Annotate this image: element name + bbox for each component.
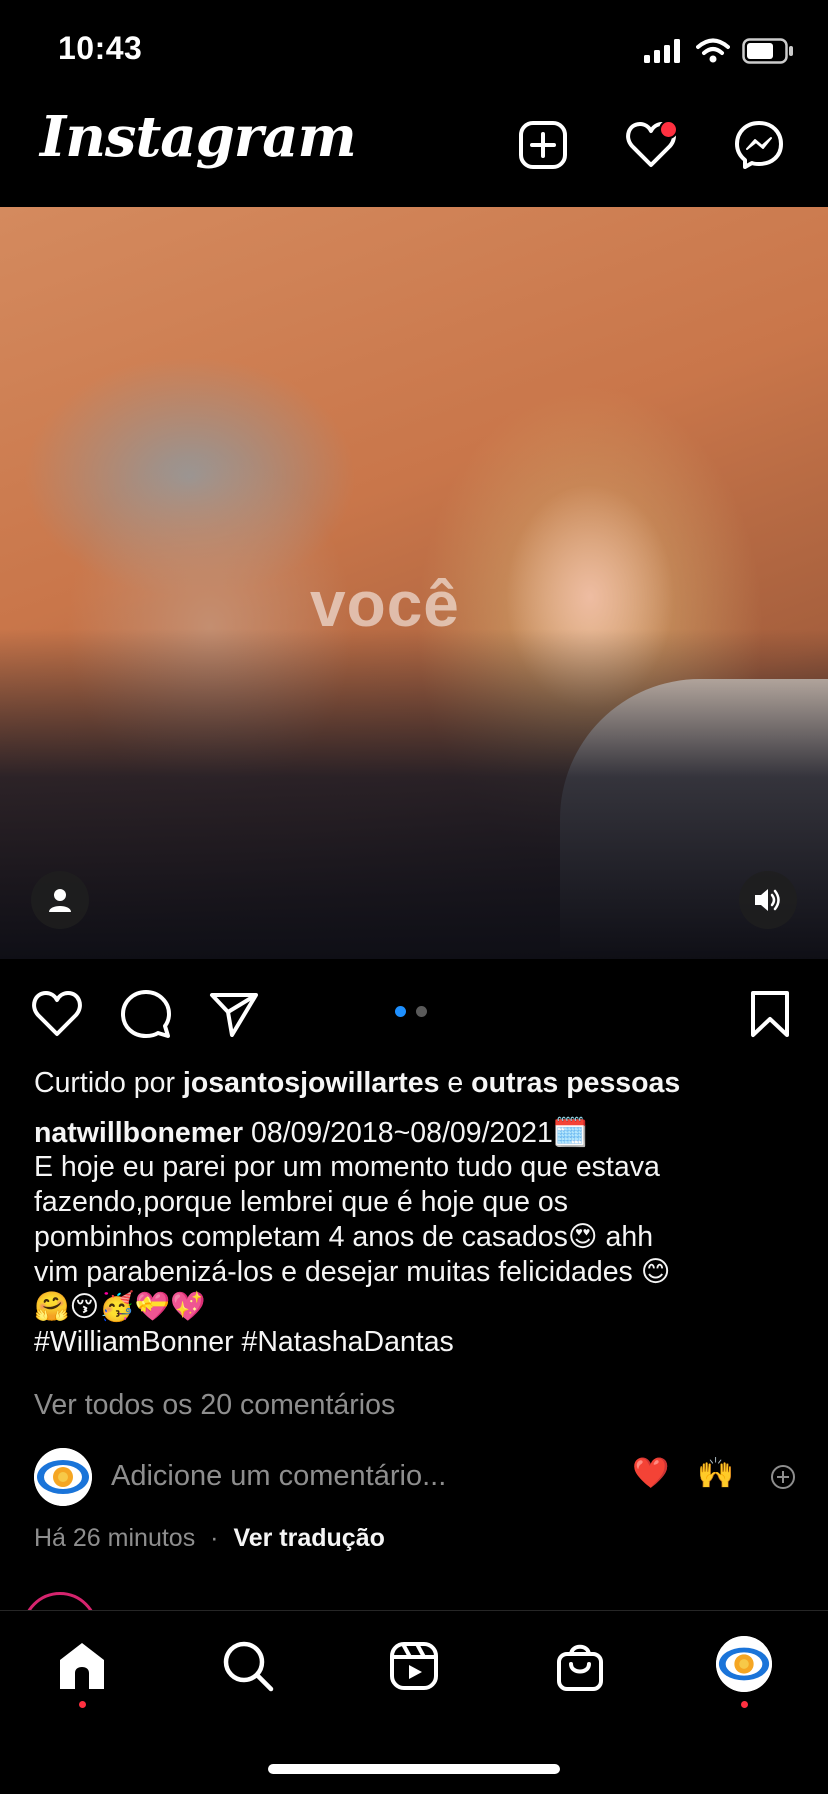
liked-by-user-link[interactable]: josantosjowillartes: [183, 1067, 440, 1099]
carousel-dot-active: [395, 1006, 406, 1017]
messenger-icon: [735, 121, 783, 169]
status-icons: [644, 36, 794, 66]
home-notification-dot: [79, 1701, 86, 1708]
share-button[interactable]: [207, 987, 261, 1041]
volume-icon: [755, 889, 780, 911]
media-shadow: [0, 629, 828, 959]
caption-line: pombinhos completam 4 anos de casados😍 a…: [34, 1221, 654, 1253]
post-username[interactable]: natwillbonemer: [34, 1117, 243, 1149]
caption-date: 08/09/2018~08/09/2021🗓️: [243, 1117, 589, 1149]
like-button[interactable]: [30, 987, 84, 1041]
carousel-dot: [416, 1006, 427, 1017]
add-emoji-button[interactable]: [770, 1464, 796, 1495]
comment-input[interactable]: Adicione um comentário...: [111, 1459, 446, 1494]
save-button[interactable]: [743, 987, 797, 1041]
post-media[interactable]: você: [0, 207, 828, 959]
carousel-indicator: [395, 1006, 427, 1017]
like-icon: [32, 991, 82, 1036]
hashtags[interactable]: #WilliamBonner #NatashaDantas: [34, 1325, 804, 1360]
search-icon: [223, 1641, 274, 1692]
tagged-users-button[interactable]: [31, 871, 89, 929]
home-icon: [60, 1643, 104, 1689]
tab-profile[interactable]: [716, 1636, 772, 1692]
post-meta: Há 26 minutos · Ver tradução: [34, 1521, 385, 1556]
profile-notification-dot: [741, 1701, 748, 1708]
wifi-icon: [696, 38, 730, 63]
tab-shop[interactable]: [550, 1636, 610, 1696]
caption-body: E hoje eu parei por um momento tudo que …: [34, 1150, 804, 1360]
comment-icon: [121, 990, 171, 1038]
tab-home[interactable]: [52, 1636, 112, 1696]
quick-reaction-hands[interactable]: 🙌: [697, 1456, 734, 1491]
caption-line: 🤗😚🥳💝💖: [34, 1291, 206, 1323]
plus-circle-icon: [771, 1465, 795, 1489]
meta-separator: ·: [210, 1524, 219, 1552]
comment-button[interactable]: [119, 987, 173, 1041]
instagram-logo[interactable]: Instagram: [40, 104, 357, 170]
share-icon: [210, 993, 258, 1037]
caption-line: fazendo,porque lembrei que é hoje que os: [34, 1186, 568, 1218]
liked-by-prefix: Curtido por: [34, 1067, 183, 1099]
caption-line: vim parabenizá-los e desejar muitas feli…: [34, 1256, 671, 1288]
caption-line: E hoje eu parei por um momento tudo que …: [34, 1151, 660, 1183]
bookmark-icon: [751, 991, 789, 1037]
caption-header: natwillbonemer 08/09/2018~08/09/2021🗓️: [34, 1116, 588, 1151]
plus-square-icon: [519, 121, 567, 169]
quick-reaction-heart[interactable]: ❤️: [632, 1456, 669, 1491]
notification-dot: [659, 120, 678, 139]
view-all-comments-link[interactable]: Ver todos os 20 comentários: [34, 1388, 395, 1423]
tagged-user-icon: [49, 889, 71, 912]
tab-search[interactable]: [218, 1636, 278, 1696]
signal-icon: [644, 39, 680, 63]
timestamp: Há 26 minutos: [34, 1524, 196, 1552]
media-watermark: você: [310, 568, 460, 640]
battery-icon: [742, 38, 793, 64]
activity-button[interactable]: [624, 118, 678, 172]
shop-icon: [557, 1644, 603, 1691]
status-time: 10:43: [58, 30, 143, 66]
profile-avatar: [716, 1636, 772, 1692]
liked-by-joiner: e: [439, 1067, 472, 1099]
see-translation-link[interactable]: Ver tradução: [233, 1524, 384, 1552]
new-post-button[interactable]: [516, 118, 570, 172]
liked-by-others-link[interactable]: outras pessoas: [471, 1067, 680, 1099]
liked-by: Curtido por josantosjowillartes e outras…: [34, 1066, 680, 1101]
eye-avatar-icon: [34, 1448, 92, 1506]
volume-button[interactable]: [739, 871, 797, 929]
home-indicator[interactable]: [268, 1764, 560, 1774]
reels-icon: [390, 1642, 438, 1690]
messenger-button[interactable]: [732, 118, 786, 172]
tab-reels[interactable]: [384, 1636, 444, 1696]
commenter-avatar: [34, 1448, 92, 1506]
